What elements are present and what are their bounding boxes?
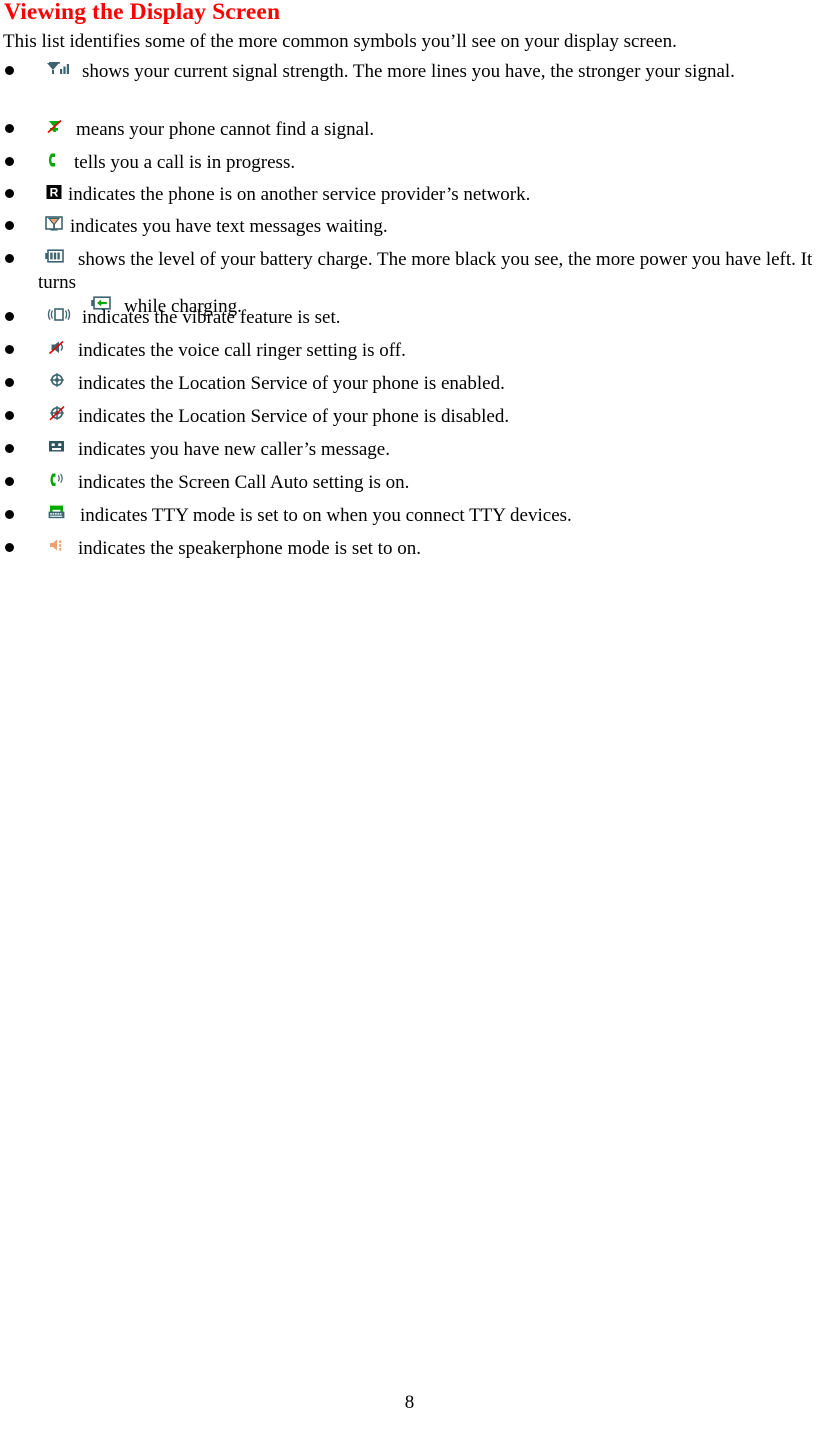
list-item: indicates the Location Service of your p…: [0, 405, 819, 438]
ringer-off-icon: [46, 339, 70, 359]
bullet-icon: [5, 65, 14, 75]
item-text: indicates the phone is on another servic…: [68, 184, 531, 205]
item-text: indicates you have new caller’s message.: [78, 439, 390, 460]
list-item: indicates you have new caller’s message.: [0, 438, 819, 471]
list-item: shows the level of your battery charge. …: [0, 248, 819, 317]
page-number: 8: [404, 1392, 415, 1413]
screen-call-auto-icon: [46, 471, 70, 491]
item-text: indicates the speakerphone mode is set t…: [78, 538, 421, 559]
item-text: indicates the Location Service of your p…: [78, 406, 510, 427]
list-item: R indicates the phone is on another serv…: [0, 183, 819, 215]
tty-mode-icon: [46, 504, 72, 524]
bullet-icon: [5, 377, 14, 387]
item-text: indicates TTY mode is set to on when you…: [80, 505, 572, 526]
item-text: tells you a call is in progress.: [74, 152, 296, 173]
vibrate-icon: [44, 306, 74, 326]
list-item: means your phone cannot find a signal.: [0, 118, 819, 151]
bullet-icon: [5, 220, 14, 230]
item-text: indicates the Screen Call Auto setting i…: [78, 472, 410, 493]
list-item: indicates you have text messages waiting…: [0, 215, 819, 248]
item-text: indicates the vibrate feature is set.: [82, 307, 341, 328]
bullet-icon: [5, 443, 14, 453]
bullet-icon: [5, 509, 14, 519]
intro-paragraph: This list identifies some of the more co…: [3, 31, 677, 52]
item-text: shows your current signal strength. The …: [82, 61, 735, 82]
bullet-icon: [5, 344, 14, 354]
location-enabled-icon: [46, 372, 70, 392]
svg-text:R: R: [50, 185, 59, 199]
bullet-icon: [5, 156, 14, 166]
speakerphone-icon: [46, 537, 70, 557]
list-item: indicates the Location Service of your p…: [0, 372, 819, 405]
bullet-icon: [5, 410, 14, 420]
item-text: indicates the Location Service of your p…: [78, 373, 505, 394]
item-text: shows the level of your battery charge. …: [38, 249, 813, 294]
bullet-icon: [5, 542, 14, 552]
location-disabled-icon: [46, 405, 70, 425]
no-signal-icon: [44, 118, 68, 138]
list-item: indicates the voice call ringer setting …: [0, 339, 819, 372]
list-item: shows your current signal strength. The …: [0, 60, 819, 118]
list-item: indicates TTY mode is set to on when you…: [0, 504, 819, 537]
symbol-list: shows your current signal strength. The …: [0, 60, 819, 570]
bullet-icon: [5, 188, 14, 198]
roaming-icon: R: [44, 183, 64, 203]
caller-message-icon: [46, 438, 70, 458]
list-item: indicates the vibrate feature is set.: [0, 306, 819, 339]
page-title: Viewing the Display Screen: [4, 0, 281, 25]
call-in-progress-icon: [44, 151, 66, 171]
bullet-icon: [5, 253, 14, 263]
bullet-icon: [5, 123, 14, 133]
bullet-icon: [5, 476, 14, 486]
item-text: means your phone cannot find a signal.: [76, 119, 375, 140]
document-page: Viewing the Display Screen This list ide…: [0, 0, 819, 1430]
list-item: tells you a call is in progress.: [0, 151, 819, 183]
list-item: indicates the Screen Call Auto setting i…: [0, 471, 819, 504]
item-text: indicates the voice call ringer setting …: [78, 340, 406, 361]
battery-level-icon: [44, 248, 72, 268]
signal-strength-icon: [44, 60, 74, 80]
list-item: indicates the speakerphone mode is set t…: [0, 537, 819, 570]
text-message-icon: [44, 215, 66, 235]
bullet-icon: [5, 311, 14, 321]
item-text: indicates you have text messages waiting…: [70, 216, 388, 237]
